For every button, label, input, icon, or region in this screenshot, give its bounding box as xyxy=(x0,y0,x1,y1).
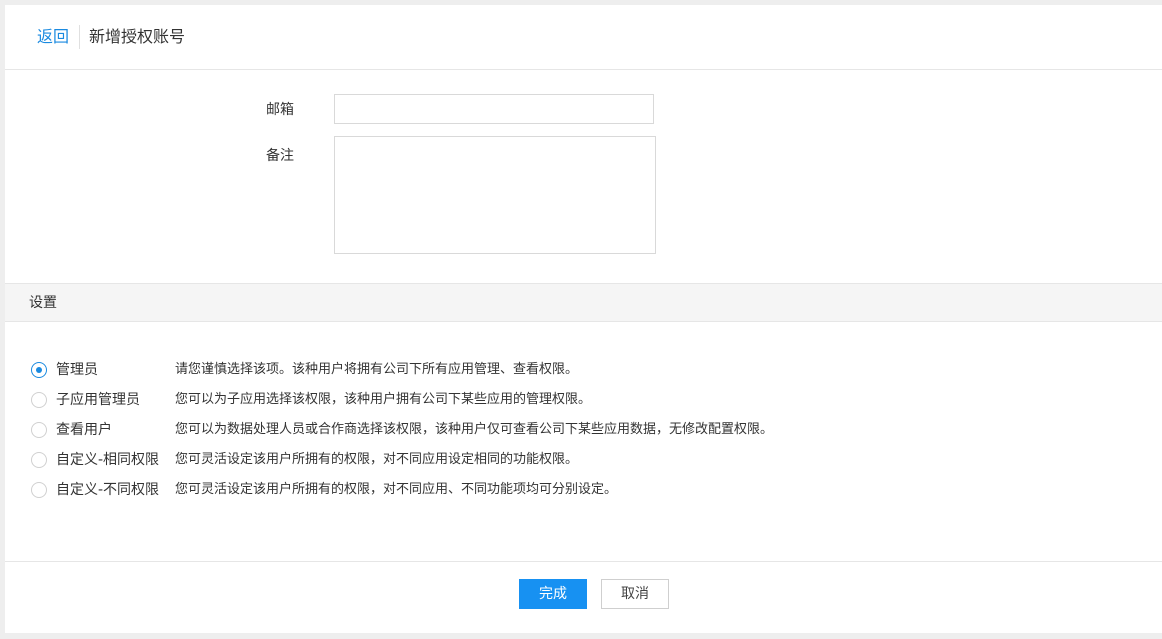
page: 返回 新增授权账号 邮箱 备注 设置 管理员 请您谨慎选择该项。该种用户将拥有公… xyxy=(5,5,1162,633)
form-footer: 完成 取消 xyxy=(5,561,1162,634)
header-divider xyxy=(79,25,80,49)
email-field[interactable] xyxy=(334,94,654,124)
settings-section-header: 设置 xyxy=(5,283,1162,322)
role-name: 自定义-相同权限 xyxy=(56,452,160,468)
settings-section-title: 设置 xyxy=(29,295,57,311)
role-description: 请您谨慎选择该项。该种用户将拥有公司下所有应用管理、查看权限。 xyxy=(175,362,579,377)
role-name: 子应用管理员 xyxy=(56,392,140,408)
confirm-button[interactable]: 完成 xyxy=(519,579,587,609)
radio-unchecked-icon[interactable] xyxy=(31,422,47,438)
email-label: 邮箱 xyxy=(266,102,294,118)
role-description: 您可灵活设定该用户所拥有的权限，对不同应用设定相同的功能权限。 xyxy=(175,452,579,467)
radio-unchecked-icon[interactable] xyxy=(31,392,47,408)
radio-checked-icon[interactable] xyxy=(31,362,47,378)
radio-unchecked-icon[interactable] xyxy=(31,482,47,498)
back-link[interactable]: 返回 xyxy=(37,26,69,48)
note-textarea[interactable] xyxy=(334,136,656,254)
cancel-button[interactable]: 取消 xyxy=(601,579,669,609)
role-name: 管理员 xyxy=(56,362,98,378)
page-title: 新增授权账号 xyxy=(89,27,186,46)
role-description: 您可灵活设定该用户所拥有的权限，对不同应用、不同功能项均可分别设定。 xyxy=(175,482,618,497)
page-header: 返回 新增授权账号 xyxy=(5,5,1162,70)
role-description: 您可以为子应用选择该权限，该种用户拥有公司下某些应用的管理权限。 xyxy=(175,392,592,407)
radio-unchecked-icon[interactable] xyxy=(31,452,47,468)
role-description: 您可以为数据处理人员或合作商选择该权限，该种用户仅可查看公司下某些应用数据，无修… xyxy=(175,422,774,437)
note-label: 备注 xyxy=(266,148,294,164)
role-name: 查看用户 xyxy=(56,422,112,438)
role-name: 自定义-不同权限 xyxy=(56,482,160,498)
